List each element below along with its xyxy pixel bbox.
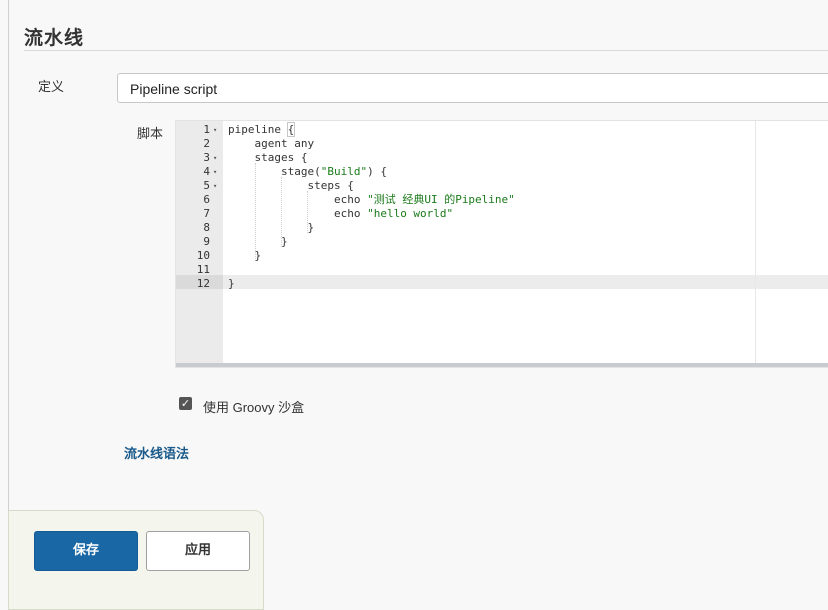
- code-line: 5 ▾ steps {: [176, 179, 828, 193]
- page-left-border: [8, 0, 9, 595]
- code-line: 6 echo "测试 经典UI 的Pipeline": [176, 193, 828, 207]
- code-line: 3 ▾ stages {: [176, 151, 828, 165]
- save-button[interactable]: 保存: [34, 531, 138, 571]
- code-text: }: [228, 249, 262, 262]
- groovy-sandbox-label: 使用 Groovy 沙盒: [203, 400, 305, 415]
- code-text: echo "hello world": [228, 207, 454, 220]
- groovy-sandbox-checkbox[interactable]: ✓: [179, 397, 192, 410]
- section-divider: [24, 50, 828, 51]
- line-number: 11: [196, 263, 210, 276]
- fold-toggle-icon[interactable]: ▾: [213, 179, 217, 193]
- code-text: }: [228, 221, 315, 234]
- code-text: }: [228, 235, 288, 248]
- code-line: 1 ▾ pipeline {: [176, 122, 828, 137]
- code-text: stages {: [228, 151, 308, 164]
- line-number: 7: [203, 207, 210, 220]
- line-number: 3: [203, 151, 210, 164]
- fold-toggle-icon[interactable]: ▾: [213, 123, 217, 137]
- line-number: 12: [196, 277, 210, 290]
- pipeline-syntax-link[interactable]: 流水线语法: [124, 443, 189, 462]
- definition-select[interactable]: Pipeline script: [117, 73, 828, 103]
- code-text: stage("Build") {: [228, 165, 387, 178]
- code-line: 12}: [176, 277, 828, 291]
- section-title: 流水线: [24, 27, 85, 49]
- editor-horizontal-scrollbar[interactable]: [176, 363, 828, 367]
- code-text: agent any: [228, 137, 315, 150]
- code-text: pipeline {: [228, 122, 296, 137]
- definition-label: 定义: [38, 80, 65, 95]
- line-number: 6: [203, 193, 210, 206]
- code-line: 9 }: [176, 235, 828, 249]
- line-number: 4: [203, 165, 210, 178]
- code-text: steps {: [228, 179, 354, 192]
- code-line: 8 }: [176, 221, 828, 235]
- line-number: 5: [203, 179, 210, 192]
- code-line: 2 agent any: [176, 137, 828, 151]
- apply-button[interactable]: 应用: [146, 531, 250, 571]
- fold-toggle-icon[interactable]: ▾: [213, 165, 217, 179]
- code-text: }: [228, 277, 235, 290]
- line-number: 1: [203, 123, 210, 136]
- code-text: echo "测试 经典UI 的Pipeline": [228, 193, 515, 206]
- code-line: 10 }: [176, 249, 828, 263]
- script-label: 脚本: [137, 127, 164, 142]
- script-editor[interactable]: 1 ▾ pipeline {2 agent any 3 ▾ stages {4 ▾ sta…: [175, 120, 828, 368]
- line-number: 10: [196, 249, 210, 262]
- line-number: 9: [203, 235, 210, 248]
- line-number: 2: [203, 137, 210, 150]
- code-line: 11: [176, 263, 828, 277]
- code-line: 4 ▾ stage("Build") {: [176, 165, 828, 179]
- line-number: 8: [203, 221, 210, 234]
- fold-toggle-icon[interactable]: ▾: [213, 151, 217, 165]
- code-line: 7 echo "hello world": [176, 207, 828, 221]
